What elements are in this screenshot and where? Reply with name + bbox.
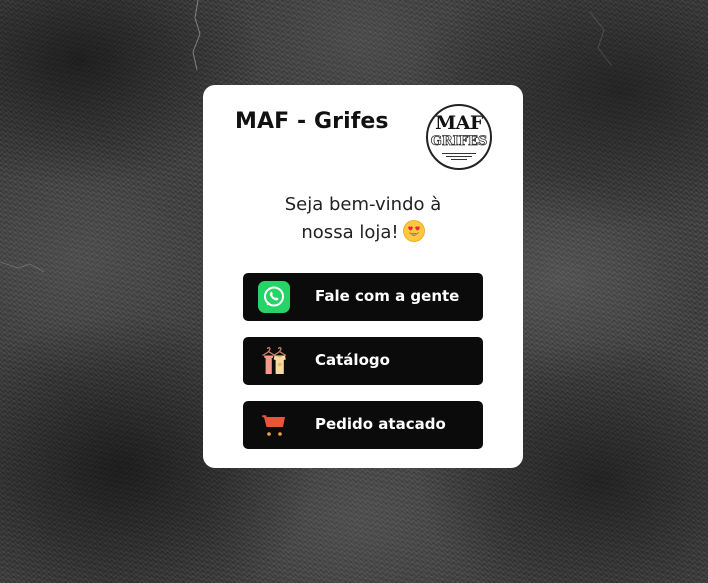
- wholesale-order-button[interactable]: Pedido atacado: [243, 401, 483, 449]
- contact-whatsapp-button[interactable]: Fale com a gente: [243, 273, 483, 321]
- maf-grifes-logo: MAF GRIFES: [426, 104, 492, 170]
- page-title: MAF - Grifes: [235, 109, 389, 134]
- contact-whatsapp-label: Fale com a gente: [315, 287, 460, 305]
- welcome-line-2: nossa loja!: [203, 219, 523, 247]
- welcome-message: Seja bem-vindo à nossa loja!: [203, 191, 523, 247]
- welcome-card: MAF - Grifes MAF GRIFES Seja bem-vindo à…: [203, 85, 523, 468]
- catalog-label: Catálogo: [315, 351, 390, 369]
- welcome-line-1: Seja bem-vindo à: [284, 194, 442, 215]
- heart-eyes-emoji-icon: [402, 220, 425, 242]
- catalog-button[interactable]: Catálogo: [243, 337, 483, 385]
- shopping-cart-icon: [262, 415, 285, 436]
- logo-main-text: MAF: [435, 112, 483, 134]
- logo-decorative-lines: [442, 153, 476, 162]
- welcome-line-2-text: nossa loja!: [301, 222, 399, 243]
- clothes-hanger-icon: [262, 347, 287, 374]
- whatsapp-icon: [258, 281, 290, 313]
- logo-sub-text: GRIFES: [430, 134, 488, 150]
- wholesale-order-label: Pedido atacado: [315, 415, 446, 433]
